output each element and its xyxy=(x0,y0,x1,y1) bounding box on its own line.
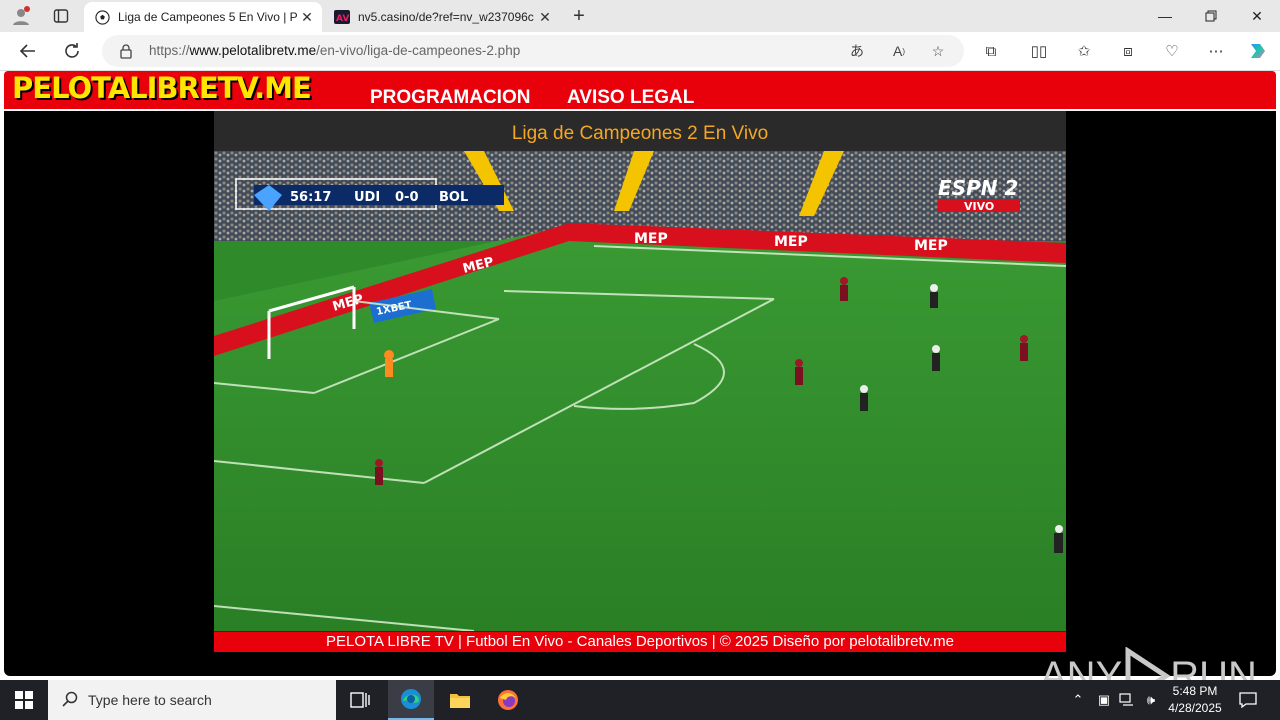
minimize-icon[interactable]: — xyxy=(1142,0,1188,32)
extensions-icon[interactable]: ⧉ xyxy=(977,39,1005,63)
away-team: BOL xyxy=(439,190,468,205)
clock-time: 5:48 PM xyxy=(1172,684,1218,698)
close-window-icon[interactable]: ✕ xyxy=(1234,0,1280,32)
url-text: https://www.pelotalibretv.me/en-vivo/lig… xyxy=(149,43,521,58)
collections-icon[interactable]: ⧈ xyxy=(1114,39,1142,63)
channel-logo: ESPN 2 VIVO xyxy=(938,176,1020,213)
ad-text: MEP xyxy=(634,231,668,247)
url-field[interactable]: https://www.pelotalibretv.me/en-vivo/lig… xyxy=(102,35,964,67)
split-screen-icon[interactable]: ▯▯ xyxy=(1025,39,1053,63)
file-explorer-icon[interactable] xyxy=(438,680,482,720)
tray-device-icon[interactable]: ▣ xyxy=(1094,680,1114,720)
nav-programacion[interactable]: PROGRAMACION xyxy=(370,87,530,109)
live-badge: VIVO xyxy=(964,200,994,213)
search-icon xyxy=(62,691,78,710)
firefox-icon[interactable] xyxy=(486,680,530,720)
site-logo[interactable]: PELOTALIBRETV.ME xyxy=(12,71,312,105)
tab-liga-de-campeones[interactable]: Liga de Campeones 5 En Vivo | P ✕ xyxy=(84,2,322,32)
svg-text:ESPN 2: ESPN 2 xyxy=(938,176,1018,200)
svg-text:AV: AV xyxy=(336,14,349,24)
main-content: Liga de Campeones 2 En Vivo MEP MEP MEP … xyxy=(4,111,1276,705)
casino-favicon-icon: AV xyxy=(334,9,350,25)
soccer-ball-icon xyxy=(94,9,110,25)
refresh-icon[interactable] xyxy=(58,38,86,64)
tab-nv5-casino[interactable]: AV nv5.casino/de?ref=nv_w237096c ✕ xyxy=(324,2,560,32)
read-aloud-icon[interactable]: A) xyxy=(887,40,911,62)
browser-essentials-icon[interactable]: ♡ xyxy=(1158,39,1186,63)
site-footer: PELOTA LIBRE TV | Futbol En Vivo - Canal… xyxy=(214,632,1066,652)
edge-taskbar-icon[interactable] xyxy=(388,680,434,720)
new-tab-icon[interactable]: + xyxy=(566,4,592,28)
notifications-icon[interactable] xyxy=(1234,680,1262,720)
ad-text: MEP xyxy=(914,238,948,254)
tab-actions-icon[interactable] xyxy=(48,4,74,28)
clock-date: 4/28/2025 xyxy=(1168,701,1222,715)
taskbar-search[interactable]: Type here to search xyxy=(48,680,336,720)
close-tab-icon[interactable]: ✕ xyxy=(536,9,554,26)
favorites-icon[interactable]: ✩ xyxy=(1070,39,1098,63)
taskbar: Type here to search ⌃ ▣ 🕪 5:48 PM 4/28/2… xyxy=(0,680,1280,720)
more-menu-icon[interactable]: ⋯ xyxy=(1202,39,1230,63)
volume-icon[interactable]: 🕪 xyxy=(1140,680,1162,720)
task-view-icon[interactable] xyxy=(340,680,380,720)
site-header: PELOTALIBRETV.ME PROGRAMACION AVISO LEGA… xyxy=(4,71,1276,109)
tab-title: nv5.casino/de?ref=nv_w237096c xyxy=(358,10,534,24)
windows-start-icon[interactable] xyxy=(0,680,48,720)
address-bar-row: https://www.pelotalibretv.me/en-vivo/lig… xyxy=(0,32,1280,71)
home-team: UDI xyxy=(354,190,380,205)
search-placeholder: Type here to search xyxy=(88,692,212,708)
tray-chevron-icon[interactable]: ⌃ xyxy=(1068,680,1088,720)
web-page: PELOTALIBRETV.ME PROGRAMACION AVISO LEGA… xyxy=(0,71,1280,705)
translate-icon[interactable]: あ xyxy=(845,40,869,62)
system-clock[interactable]: 5:48 PM 4/28/2025 xyxy=(1160,683,1230,717)
video-player[interactable]: Liga de Campeones 2 En Vivo MEP MEP MEP … xyxy=(214,111,1066,651)
restore-icon[interactable] xyxy=(1188,0,1234,32)
ad-text: MEP xyxy=(774,234,808,250)
network-icon[interactable] xyxy=(1116,680,1138,720)
match-clock: 56:17 xyxy=(290,190,331,205)
tab-strip: Liga de Campeones 5 En Vivo | P ✕ AV nv5… xyxy=(0,0,1280,32)
lock-icon[interactable] xyxy=(114,40,138,62)
back-icon[interactable] xyxy=(14,38,42,64)
player-title: Liga de Campeones 2 En Vivo xyxy=(511,123,769,144)
match-scene: MEP MEP MEP MEP MEP 1XBET 56:17 UDI 0-0 … xyxy=(214,151,1066,631)
video-frame[interactable]: MEP MEP MEP MEP MEP 1XBET 56:17 UDI 0-0 … xyxy=(214,151,1066,631)
tab-title: Liga de Campeones 5 En Vivo | P xyxy=(118,10,298,24)
favorite-star-icon[interactable]: ☆ xyxy=(926,40,950,62)
copilot-icon[interactable] xyxy=(1244,39,1272,63)
profile-icon[interactable] xyxy=(8,4,34,28)
close-tab-icon[interactable]: ✕ xyxy=(298,9,316,26)
nav-aviso-legal[interactable]: AVISO LEGAL xyxy=(567,87,694,109)
match-score: 0-0 xyxy=(395,190,419,205)
